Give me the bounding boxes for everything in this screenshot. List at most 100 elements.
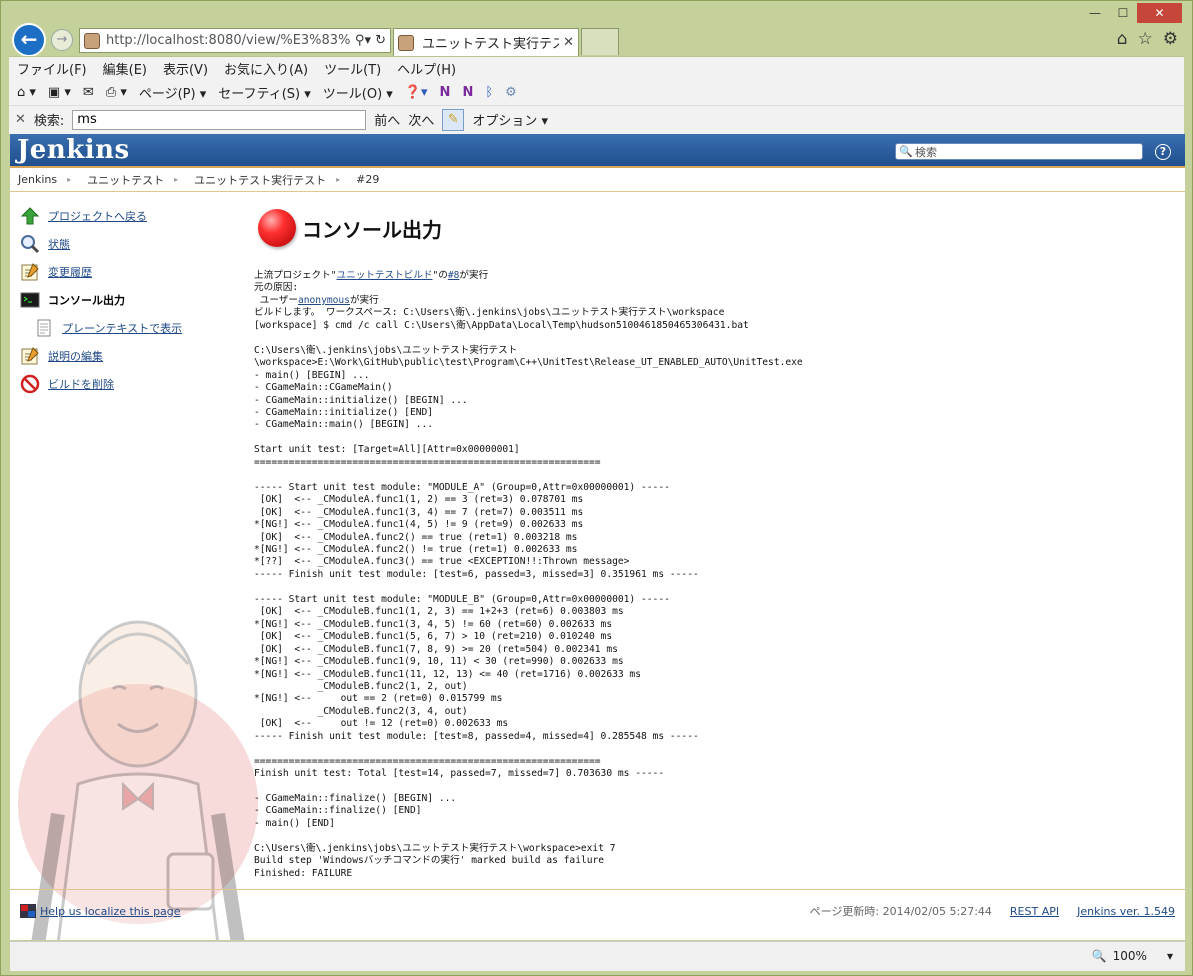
safety-menu[interactable]: セーフティ(S) ▾ — [218, 83, 311, 102]
sidebar-item-label: コンソール出力 — [48, 294, 125, 307]
no-entry-icon — [20, 374, 40, 394]
favorites-star-icon[interactable]: ☆ — [1138, 29, 1153, 49]
settings-gear-icon[interactable]: ⚙ — [1163, 29, 1178, 49]
find-prev-button[interactable]: 前へ — [374, 110, 400, 129]
address-bar[interactable]: http://localhost:8080/view/%E3%83% ⚲▾ ↻ — [79, 28, 391, 53]
jenkins-logo[interactable]: Jenkins — [17, 135, 130, 165]
bluetooth-icon[interactable]: ᛒ — [485, 85, 493, 100]
minimize-icon[interactable]: — — [1081, 3, 1109, 23]
forward-arrow-icon[interactable]: → — [51, 29, 73, 51]
address-text: http://localhost:8080/view/%E3%83% — [106, 33, 351, 48]
home-cmd-icon[interactable]: ⌂ ▾ — [17, 85, 36, 100]
localize-link[interactable]: Help us localize this page — [40, 905, 181, 918]
home-icon[interactable]: ⌂ — [1117, 29, 1128, 49]
upstream-project-link[interactable]: ユニットテストビルド — [337, 270, 433, 281]
find-next-button[interactable]: 次へ — [408, 110, 434, 129]
find-input[interactable] — [72, 109, 367, 130]
jenkins-butler-watermark-icon — [18, 620, 258, 940]
search-refresh-icon[interactable]: ⚲▾ ↻ — [355, 33, 390, 48]
sidebar-item-changes[interactable]: 変更履歴 — [20, 258, 200, 286]
mail-icon[interactable]: ✉ — [83, 85, 94, 100]
command-bar: ⌂ ▾ ▣ ▾ ✉ ⎙ ▾ ページ(P) ▾ セーフティ(S) ▾ ツール(O)… — [9, 79, 1184, 105]
rss-icon[interactable]: ▣ ▾ — [48, 85, 71, 100]
status-bar: 🔍 100% ▾ — [10, 941, 1185, 971]
menu-view[interactable]: 表示(V) — [163, 59, 208, 78]
notepad-icon — [21, 263, 39, 281]
page-title: コンソール出力 — [302, 217, 442, 242]
breadcrumb-build[interactable]: #29 — [356, 173, 379, 186]
sidebar: プロジェクトへ戻る 状態 変更履歴 コンソール出力 プレーンテキストで表示 説明… — [20, 202, 200, 398]
find-options-button[interactable]: オプション ▾ — [472, 110, 548, 129]
edit-icon — [21, 347, 39, 365]
browser-tab[interactable]: ユニットテスト実行テスト #29 ... ✕ — [393, 28, 579, 56]
console-log-body: ビルドします。 ワークスペース: C:\Users\衛\.jenkins\job… — [254, 307, 803, 879]
upstream-build-link[interactable]: #8 — [448, 270, 460, 281]
search-icon: 🔍 — [899, 145, 913, 158]
browser-window: — ☐ ✕ ← → http://localhost:8080/view/%E3… — [0, 0, 1193, 976]
sidebar-item-status[interactable]: 状態 — [20, 230, 200, 258]
chevron-down-icon[interactable]: ▾ — [1167, 949, 1173, 963]
breadcrumb-job[interactable]: ユニットテスト実行テスト — [194, 172, 326, 188]
browser-titlebar: — ☐ ✕ ← → http://localhost:8080/view/%E3… — [9, 1, 1184, 57]
terminal-icon — [20, 292, 40, 308]
tools-menu[interactable]: ツール(O) ▾ — [323, 83, 393, 102]
rest-api-link[interactable]: REST API — [1010, 905, 1059, 918]
help-icon[interactable]: ? — [1155, 144, 1171, 160]
console-user-pre: ユーザー — [254, 294, 298, 306]
console-user-post: が実行 — [349, 294, 379, 306]
console-cause-label: 元の原因: — [254, 282, 299, 294]
sidebar-item-plain-text[interactable]: プレーンテキストで表示 — [20, 314, 200, 342]
maximize-icon[interactable]: ☐ — [1109, 3, 1137, 23]
find-label: 検索: — [33, 114, 65, 129]
zoom-control[interactable]: 🔍 100% ▾ — [1092, 949, 1173, 963]
page-title-row: コンソール出力 — [254, 202, 1154, 254]
help-icon[interactable]: ❓▾ — [405, 85, 428, 100]
gear-icon[interactable]: ⚙ — [505, 85, 517, 100]
find-close-icon[interactable]: ✕ — [15, 112, 26, 127]
jenkins-favicon-icon — [84, 32, 100, 49]
sidebar-item-delete-build[interactable]: ビルドを削除 — [20, 370, 200, 398]
menu-tools[interactable]: ツール(T) — [324, 59, 381, 78]
breadcrumb-view[interactable]: ユニットテスト — [87, 172, 164, 188]
sidebar-item-back-to-project[interactable]: プロジェクトへ戻る — [20, 202, 200, 230]
browser-toolbars: ファイル(F) 編集(E) 表示(V) お気に入り(A) ツール(T) ヘルプ(… — [9, 56, 1184, 134]
jenkins-search-box[interactable]: 🔍 検索 — [895, 143, 1143, 160]
breadcrumb-arrow-icon: ▸ — [174, 175, 179, 184]
close-icon[interactable]: ✕ — [1137, 3, 1182, 23]
main-content: コンソール出力 上流プロジェクト"ユニットテストビルド"の#8が実行 元の原因:… — [254, 202, 1154, 880]
onenote-icon[interactable]: N — [440, 85, 451, 100]
browser-right-icons: ⌂ ☆ ⚙ — [1117, 29, 1178, 49]
sidebar-item-label: プレーンテキストで表示 — [62, 322, 183, 335]
magnifier-icon — [21, 235, 40, 254]
user-anonymous-link[interactable]: anonymous — [298, 295, 350, 306]
console-output: 上流プロジェクト"ユニットテストビルド"の#8が実行 元の原因: ユーザーano… — [254, 270, 1154, 880]
back-arrow-icon[interactable]: ← — [12, 23, 46, 57]
new-tab-button[interactable] — [581, 28, 619, 55]
breadcrumb: Jenkins ▸ ユニットテスト ▸ ユニットテスト実行テスト ▸ #29 — [10, 168, 1185, 192]
tab-close-icon[interactable]: ✕ — [563, 35, 574, 50]
menu-file[interactable]: ファイル(F) — [17, 59, 87, 78]
page-menu[interactable]: ページ(P) ▾ — [139, 83, 206, 102]
page-updated-time: ページ更新時: 2014/02/05 5:27:44 — [809, 905, 992, 918]
menu-bar: ファイル(F) 編集(E) 表示(V) お気に入り(A) ツール(T) ヘルプ(… — [9, 57, 1184, 79]
sidebar-item-label: 状態 — [48, 238, 70, 251]
print-icon[interactable]: ⎙ ▾ — [106, 85, 127, 100]
document-icon — [37, 319, 51, 337]
menu-help[interactable]: ヘルプ(H) — [397, 59, 456, 78]
zoom-level: 100% — [1112, 949, 1147, 963]
tab-title: ユニットテスト実行テスト #29 ... — [422, 37, 559, 52]
sidebar-item-edit-description[interactable]: 説明の編集 — [20, 342, 200, 370]
menu-edit[interactable]: 編集(E) — [103, 59, 147, 78]
localize-flag-icon — [20, 904, 36, 918]
onenote-linked-icon[interactable]: N — [462, 85, 473, 100]
search-placeholder: 検索 — [915, 145, 937, 159]
jenkins-version-link[interactable]: Jenkins ver. 1.549 — [1077, 905, 1175, 918]
tab-favicon-icon — [398, 34, 414, 51]
console-upstream-pre: 上流プロジェクト" — [254, 270, 337, 281]
highlight-pen-icon[interactable]: ✎ — [442, 108, 465, 131]
breadcrumb-jenkins[interactable]: Jenkins — [18, 173, 57, 186]
breadcrumb-arrow-icon: ▸ — [336, 175, 341, 184]
menu-favorites[interactable]: お気に入り(A) — [224, 59, 308, 78]
sidebar-item-console[interactable]: コンソール出力 — [20, 286, 200, 314]
window-controls: — ☐ ✕ — [1081, 3, 1182, 23]
